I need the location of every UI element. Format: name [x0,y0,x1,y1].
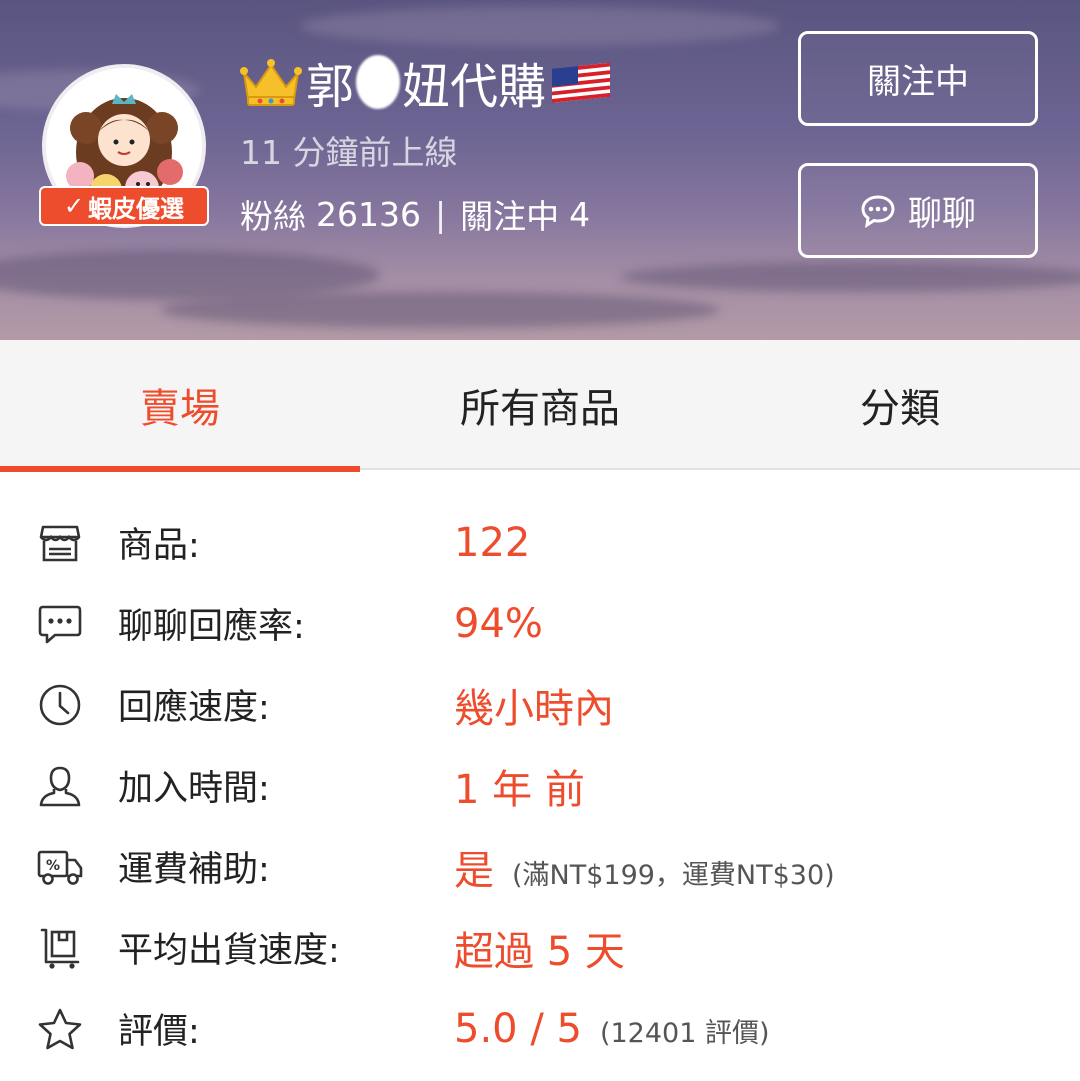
info-label: 加入時間: [118,769,270,809]
info-label: 商品: [118,526,200,566]
tab-label: 分類 [860,386,940,432]
followers-label: 粉絲 [240,197,306,236]
svg-text:%: % [46,858,60,874]
info-row-joined: 加入時間: 1 年 前 [0,745,1080,826]
following-count: 4 [569,194,591,234]
rating-count-note: (12401 評價) [599,1017,770,1049]
tab-label: 賣場 [140,386,220,432]
tab-shop[interactable]: 賣場 [0,340,360,472]
ship-speed-value: 超過 5 天 [454,928,625,975]
joined-time: 1 年 前 [454,766,585,813]
info-value: 122 [454,520,530,566]
cloud-decoration [300,6,780,46]
online-status: 11 分鐘前上線 [240,133,458,172]
response-time: 幾小時內 [454,685,614,732]
shop-name-suffix: 妞代購 [402,59,547,115]
info-value: 超過 5 天 [454,919,625,977]
products-count: 122 [454,519,531,566]
chat-bubble-icon [36,600,84,648]
checkmark-icon: ✓ [63,192,85,220]
shop-name-prefix: 郭 [306,59,355,115]
info-value: 是 (滿NT$199，運費NT$30) [454,838,835,896]
cloud-decoration [620,262,1080,292]
shipping-subsidy-note: (滿NT$199，運費NT$30) [512,859,835,891]
followers-count: 26136 [316,194,421,234]
info-value: 94% [454,601,543,647]
tab-all-products[interactable]: 所有商品 [360,340,720,470]
info-row-products: 商品: 122 [0,502,1080,583]
info-row-chat-response-rate: 聊聊回應率: 94% [0,583,1080,664]
info-label: 聊聊回應率: [118,607,305,647]
info-row-response-time: 回應速度: 幾小時內 [0,664,1080,745]
user-icon [36,762,84,810]
us-flag-icon [552,62,611,103]
tab-categories[interactable]: 分類 [720,340,1080,470]
crown-icon [240,59,302,106]
info-label: 運費補助: [118,850,270,890]
shop-header: ✓ 蝦皮優選 郭 妞代購 11 分鐘前上線 粉絲 26136 | 關注中 4 關… [0,0,1080,340]
store-icon [36,519,84,567]
cloud-decoration [0,250,380,300]
follow-button[interactable]: 關注中 [798,31,1038,126]
shop-tabs: 賣場 所有商品 分類 [0,340,1080,472]
shipping-subsidy-value: 是 [454,847,494,894]
cloud-decoration [160,292,720,328]
shop-info-list: 商品: 122 聊聊回應率: 94% 回應速度: 幾小時內 加入時間: 1 年 … [0,502,1080,1069]
follow-stats: 粉絲 26136 | 關注中 4 [240,190,590,238]
star-icon [36,1005,84,1053]
badge-label: 蝦皮優選 [88,194,185,223]
info-row-rating: 評價: 5.0 / 5 (12401 評價) [0,988,1080,1069]
chat-button-label: 聊聊 [908,194,976,234]
follow-button-label: 關注中 [867,62,969,102]
tab-label: 所有商品 [460,386,620,432]
info-label: 平均出貨速度: [118,931,340,971]
shipping-truck-icon: % [36,843,84,891]
info-value: 1 年 前 [454,757,585,815]
preferred-seller-badge: ✓ 蝦皮優選 [39,186,209,226]
rating-value: 5.0 / 5 [454,1005,582,1052]
info-label: 回應速度: [118,688,270,728]
clock-icon [36,681,84,729]
shop-name: 郭 妞代購 [240,50,612,115]
shop-avatar-container[interactable]: ✓ 蝦皮優選 [39,64,209,228]
info-row-shipping-subsidy: % 運費補助: 是 (滿NT$199，運費NT$30) [0,826,1080,907]
info-label: 評價: [118,1012,200,1052]
redacted-mark [356,55,401,109]
info-row-ship-speed: 平均出貨速度: 超過 5 天 [0,907,1080,988]
package-cart-icon [36,924,84,972]
info-value: 5.0 / 5 (12401 評價) [454,1006,770,1052]
stats-separator: | [434,194,447,234]
info-value: 幾小時內 [454,676,614,734]
response-rate: 94% [454,600,543,647]
chat-button[interactable]: 聊聊 [798,163,1038,258]
following-label: 關注中 [460,197,560,236]
chat-bubble-icon [861,194,895,228]
